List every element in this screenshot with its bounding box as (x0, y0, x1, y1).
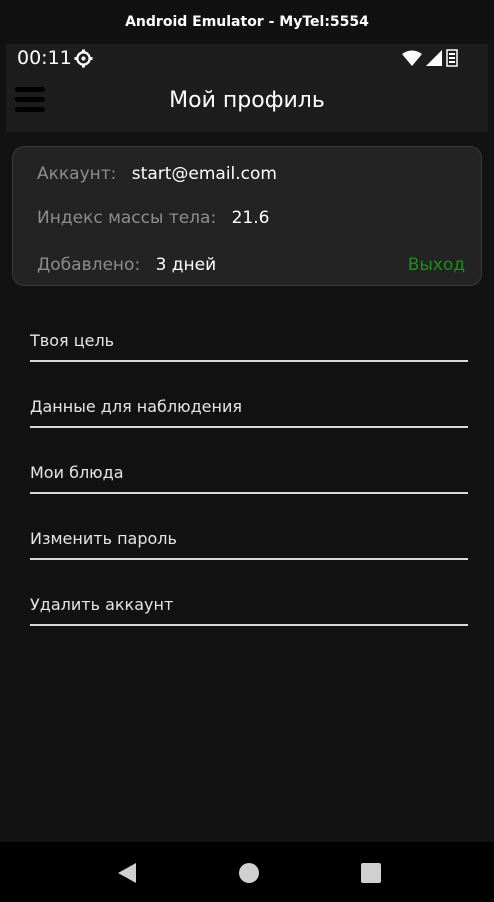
added-label: Добавлено: (37, 255, 141, 275)
menu-item-change-password[interactable]: Изменить пароль (30, 520, 468, 560)
profile-content: Аккаунт: start@email.com Индекс массы те… (6, 132, 488, 842)
bmi-label: Индекс массы тела: (37, 208, 217, 228)
cell-signal-icon (426, 50, 442, 66)
emulator-window: Android Emulator - MyTel:5554 00:11 Мой … (0, 0, 494, 902)
system-nav-bar (0, 842, 494, 902)
app-bar: Мой профиль (6, 74, 488, 132)
back-triangle-icon[interactable] (116, 862, 138, 884)
bmi-value: 21.6 (231, 208, 270, 228)
gear-icon (74, 49, 93, 68)
added-value: 3 дней (155, 255, 217, 275)
sim-card-icon (446, 49, 458, 67)
window-title-bar: Android Emulator - MyTel:5554 (0, 0, 494, 44)
menu-item-goal[interactable]: Твоя цель (30, 322, 468, 362)
account-value: start@email.com (131, 164, 277, 184)
page-title: Мой профиль (169, 88, 325, 113)
home-circle-icon[interactable] (238, 862, 260, 884)
status-icons (402, 49, 458, 67)
wifi-icon (402, 50, 422, 66)
logout-button[interactable]: Выход (408, 255, 465, 275)
account-row: Аккаунт: start@email.com (37, 164, 277, 184)
status-bar: 00:11 (6, 44, 488, 74)
menu-item-my-meals[interactable]: Мои блюда (30, 454, 468, 494)
bmi-row: Индекс массы тела: 21.6 (37, 208, 269, 228)
window-title: Android Emulator - MyTel:5554 (125, 14, 369, 30)
account-label: Аккаунт: (37, 164, 117, 184)
menu-item-tracking-data[interactable]: Данные для наблюдения (30, 388, 468, 428)
added-row: Добавлено: 3 дней (37, 255, 216, 275)
profile-card: Аккаунт: start@email.com Индекс массы те… (12, 146, 482, 286)
status-time: 00:11 (17, 47, 72, 69)
recents-square-icon[interactable] (360, 862, 382, 884)
menu-item-delete-account[interactable]: Удалить аккаунт (30, 586, 468, 626)
